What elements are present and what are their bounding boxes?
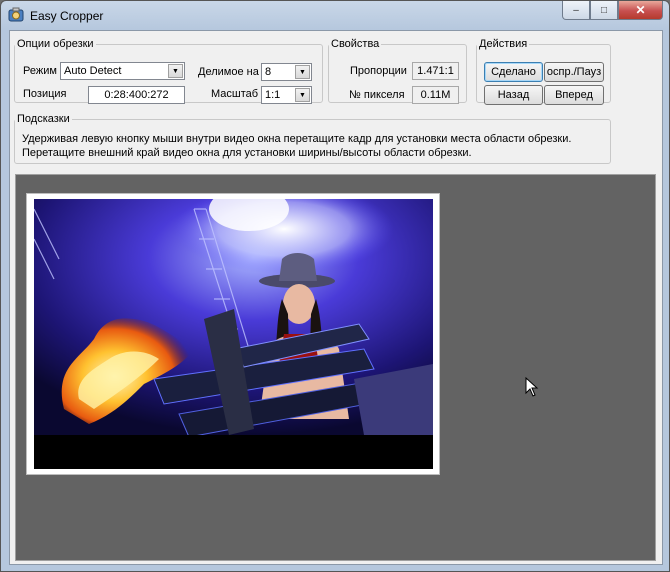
ratio-label: Пропорции <box>350 65 407 77</box>
title-bar[interactable]: Easy Cropper – □ ✕ <box>1 1 669 29</box>
app-window: Easy Cropper – □ ✕ Опции обрезки Режим A… <box>0 0 670 572</box>
client-area: Опции обрезки Режим Auto Detect ▼ Делимо… <box>9 30 663 565</box>
play-pause-button[interactable]: оспр./Пауз <box>544 62 604 82</box>
done-button[interactable]: Сделано <box>484 62 543 82</box>
divisible-select[interactable]: 8 ▼ <box>261 63 312 81</box>
hint-line-1: Удерживая левую кнопку мыши внутри видео… <box>22 133 572 145</box>
position-label: Позиция <box>23 88 67 100</box>
pixel-count-label: № пикселя <box>349 89 405 101</box>
properties-group: Свойства Пропорции 1.471:1 № пикселя 0.1… <box>328 38 467 104</box>
pixel-count-value: 0.11M <box>412 86 459 104</box>
hint-line-2: Перетащите внешний край видео окна для у… <box>22 147 472 159</box>
maximize-button[interactable]: □ <box>590 1 618 20</box>
properties-legend: Свойства <box>331 38 380 50</box>
close-button[interactable]: ✕ <box>618 1 663 20</box>
minimize-icon: – <box>573 4 579 16</box>
divisible-value: 8 <box>265 66 272 78</box>
divisible-label: Делимое на <box>198 66 259 78</box>
minimize-button[interactable]: – <box>562 1 590 20</box>
mode-value: Auto Detect <box>64 65 122 77</box>
scale-select[interactable]: 1:1 ▼ <box>261 86 312 104</box>
crop-options-group: Опции обрезки Режим Auto Detect ▼ Делимо… <box>14 38 323 104</box>
actions-legend: Действия <box>479 38 528 50</box>
ratio-value: 1.471:1 <box>412 62 459 80</box>
mode-label: Режим <box>23 65 57 77</box>
scale-label: Масштаб <box>211 88 259 100</box>
actions-group: Действия Сделано оспр./Пауз Назад Вперед <box>476 38 611 105</box>
hints-legend: Подсказки <box>17 113 70 125</box>
back-button[interactable]: Назад <box>484 85 543 105</box>
app-icon <box>8 7 24 22</box>
video-preview[interactable] <box>34 199 433 469</box>
video-frame-image <box>34 199 433 469</box>
mouse-pointer-icon <box>525 377 539 397</box>
close-icon: ✕ <box>635 3 646 17</box>
forward-button[interactable]: Вперед <box>544 85 604 105</box>
crop-frame[interactable] <box>26 193 440 475</box>
window-title: Easy Cropper <box>30 9 104 23</box>
chevron-down-icon[interactable]: ▼ <box>295 65 310 79</box>
crop-options-legend: Опции обрезки <box>17 38 94 50</box>
chevron-down-icon[interactable]: ▼ <box>168 64 183 78</box>
position-field[interactable]: 0:28:400:272 <box>88 86 185 104</box>
maximize-icon: □ <box>600 4 608 16</box>
chevron-down-icon[interactable]: ▼ <box>295 88 310 102</box>
scale-value: 1:1 <box>265 89 281 101</box>
video-canvas[interactable] <box>15 174 656 561</box>
mode-select[interactable]: Auto Detect ▼ <box>60 62 185 80</box>
hints-group: Подсказки Удерживая левую кнопку мыши вн… <box>14 113 611 164</box>
